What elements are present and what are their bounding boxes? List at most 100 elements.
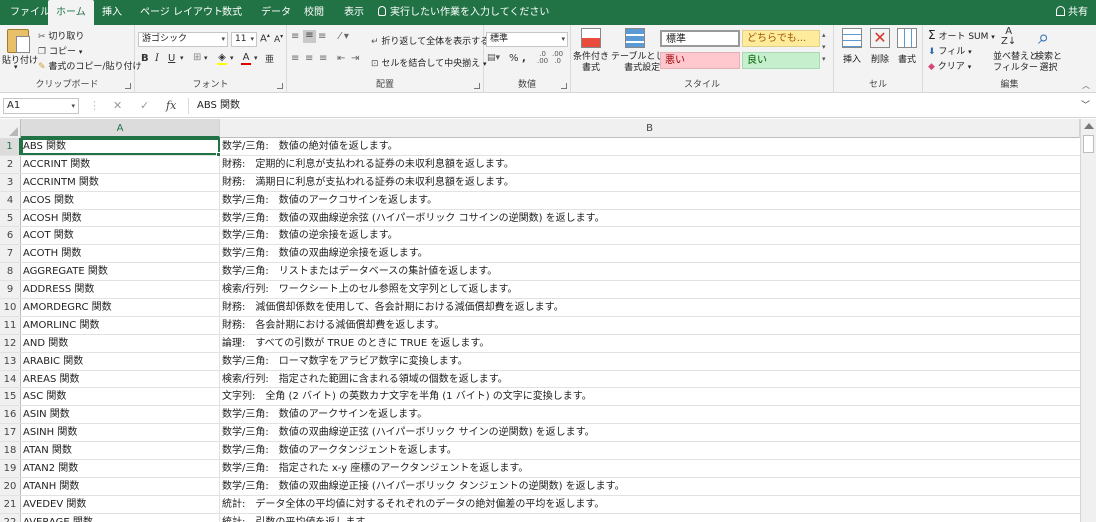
vertical-scrollbar[interactable] (1080, 119, 1096, 522)
cell-description[interactable]: 数学/三角: ローマ数字をアラビア数字に変換します。 (220, 353, 1080, 370)
tab-review[interactable]: 校閲 (296, 0, 332, 25)
style-normal[interactable]: 標準 (660, 30, 740, 47)
tell-me-search[interactable]: 実行したい作業を入力してください (378, 0, 549, 25)
decrease-decimal-icon[interactable]: .00.0 (552, 51, 563, 65)
row-header[interactable]: 5 (0, 209, 21, 227)
underline-dropdown-icon[interactable]: ▾ (180, 54, 184, 62)
format-painter-button[interactable]: ✎ 書式のコピー/貼り付け (38, 59, 141, 72)
wrap-text-button[interactable]: ↵ 折り返して全体を表示する (371, 34, 489, 47)
delete-cells-button[interactable]: 削除 (871, 52, 889, 65)
cell-description[interactable]: 財務: 定期的に利息が支払われる証券の未収利息額を返します。 (220, 156, 1080, 173)
italic-button[interactable]: I (155, 53, 159, 64)
row-header[interactable]: 8 (0, 263, 21, 281)
font-color-dropdown-icon[interactable]: ▾ (254, 54, 258, 62)
percent-icon[interactable]: % (509, 53, 519, 64)
cut-button[interactable]: ✂ 切り取り (38, 29, 84, 42)
cell-function-name[interactable]: ACCRINT 関数 (21, 155, 220, 173)
conditional-format-icon[interactable] (581, 28, 601, 48)
cell-description[interactable]: 数学/三角: リストまたはデータベースの集計値を返します。 (220, 263, 1080, 280)
increase-decimal-icon[interactable]: .0.00 (537, 51, 548, 65)
cell-function-name[interactable]: AREAS 関数 (21, 370, 220, 388)
align-center-icon[interactable]: ≡ (305, 53, 313, 64)
conditional-format-button[interactable]: 条件付き 書式 (573, 52, 609, 74)
collapse-ribbon-icon[interactable]: ︿ (1082, 80, 1090, 91)
formula-input[interactable]: ABS 関数 (188, 98, 1068, 114)
styles-scroll-icon[interactable]: ▴ ▾ ▾ (822, 29, 826, 65)
cell-function-name[interactable]: ASIN 関数 (21, 406, 220, 424)
row-header[interactable]: 17 (0, 424, 21, 442)
sort-filter-button[interactable]: 並べ替えと フィルター (993, 52, 1038, 74)
phonetic-icon[interactable]: 亜 (265, 52, 274, 65)
fill-button[interactable]: ⬇ フィル ▾ (928, 44, 972, 57)
cell-function-name[interactable]: ARABIC 関数 (21, 352, 220, 370)
tab-formulas[interactable]: 数式 (214, 0, 250, 25)
tab-data[interactable]: データ (253, 0, 299, 25)
cell-function-name[interactable]: ACOTH 関数 (21, 245, 220, 263)
select-all-button[interactable] (0, 119, 21, 138)
align-middle-icon[interactable]: ≡ (303, 30, 316, 43)
style-bad[interactable]: 悪い (660, 52, 740, 69)
copy-button[interactable]: ❐ コピー ▾ (38, 44, 82, 57)
font-color-icon[interactable]: A (241, 52, 251, 65)
number-format-select[interactable]: 標準 ▾ (486, 32, 568, 47)
cell-function-name[interactable]: ACOS 関数 (21, 191, 220, 209)
cell-function-name[interactable]: AVEDEV 関数 (21, 495, 220, 513)
cancel-icon[interactable]: ✕ (113, 98, 122, 114)
cell-function-name[interactable]: AMORDEGRC 関数 (21, 299, 220, 316)
style-good[interactable]: 良い (742, 52, 820, 69)
cell-description[interactable]: 文字列: 全角 (2 バイト) の英数カナ文字を半角 (1 バイト) の文字に変… (220, 388, 1080, 405)
paste-icon[interactable] (7, 29, 30, 53)
share-button[interactable]: 共有 (1056, 0, 1088, 25)
insert-cells-icon[interactable] (842, 28, 862, 48)
row-header[interactable]: 3 (0, 173, 21, 191)
format-cells-icon[interactable] (897, 28, 917, 48)
font-size-select[interactable]: 11 ▾ (231, 32, 257, 47)
cell-description[interactable]: 財務: 各会計期における減価償却費を返します。 (220, 317, 1080, 334)
style-neutral[interactable]: どちらでも... (742, 30, 820, 47)
insert-function-icon[interactable]: fx (166, 98, 176, 114)
active-cell[interactable]: ABS 関数 (21, 138, 220, 155)
paste-button[interactable]: 貼り付け (2, 53, 38, 66)
row-header[interactable]: 6 (0, 227, 21, 245)
cell-description[interactable]: 論理: すべての引数が TRUE のときに TRUE を返します。 (220, 335, 1080, 352)
chevron-down-icon[interactable]: ▾ (14, 63, 18, 71)
row-header[interactable]: 7 (0, 245, 21, 263)
cell-function-name[interactable]: ACOSH 関数 (21, 209, 220, 227)
enter-icon[interactable]: ✓ (140, 98, 149, 114)
bold-button[interactable]: B (141, 53, 149, 64)
column-header-a[interactable]: A (21, 119, 220, 138)
cell-function-name[interactable]: ATAN 関数 (21, 442, 220, 460)
row-header[interactable]: 15 (0, 388, 21, 406)
name-box[interactable]: A1 ▾ (3, 98, 79, 114)
align-right-icon[interactable]: ≡ (319, 53, 327, 64)
delete-cells-icon[interactable]: ✕ (870, 28, 890, 48)
alignment-launcher-icon[interactable] (474, 83, 480, 89)
cell-function-name[interactable]: ACOT 関数 (21, 227, 220, 245)
border-dropdown-icon[interactable]: ▾ (204, 54, 208, 62)
currency-icon[interactable]: ▤▾ (487, 53, 500, 63)
cell-description[interactable]: 数学/三角: 数値の双曲線逆正弦 (ハイパーボリック サインの逆関数) を返しま… (220, 424, 1080, 441)
expand-formula-bar-icon[interactable]: ﹀ (1081, 98, 1090, 114)
underline-button[interactable]: U (168, 53, 175, 64)
fill-color-icon[interactable]: ◈ (217, 52, 227, 65)
align-left-icon[interactable]: ≡ (291, 53, 299, 64)
cell-description[interactable]: 数学/三角: 数値の逆余接を返します。 (220, 227, 1080, 244)
cell-description[interactable]: 数学/三角: 指定された x-y 座標のアークタンジェントを返します。 (220, 460, 1080, 477)
cell-description[interactable]: 数学/三角: 数値の絶対値を返します。 (220, 138, 1080, 155)
increase-indent-icon[interactable]: ⇥ (351, 53, 359, 64)
number-launcher-icon[interactable] (561, 83, 567, 89)
scroll-up-icon[interactable] (1084, 123, 1094, 129)
cell-description[interactable]: 財務: 満期日に利息が支払われる証券の未収利息額を返します。 (220, 174, 1080, 191)
row-header[interactable]: 19 (0, 460, 21, 477)
row-header[interactable]: 10 (0, 299, 21, 316)
clipboard-launcher-icon[interactable] (125, 83, 131, 89)
align-bottom-icon[interactable]: ≡ (318, 31, 326, 42)
cell-description[interactable]: 数学/三角: 数値の双曲線逆正接 (ハイパーボリック タンジェントの逆関数) を… (220, 478, 1080, 495)
row-header[interactable]: 13 (0, 352, 21, 370)
cell-description[interactable]: 数学/三角: 数値の双曲線逆余弦 (ハイパーボリック コサインの逆関数) を返し… (220, 210, 1080, 227)
decrease-font-icon[interactable]: A▾ (274, 33, 283, 45)
column-header-b[interactable]: B (220, 119, 1080, 138)
decrease-indent-icon[interactable]: ⇤ (337, 53, 345, 64)
row-header[interactable]: 12 (0, 334, 21, 352)
cell-description[interactable]: 統計: 引数の平均値を返します。 (220, 514, 1080, 522)
